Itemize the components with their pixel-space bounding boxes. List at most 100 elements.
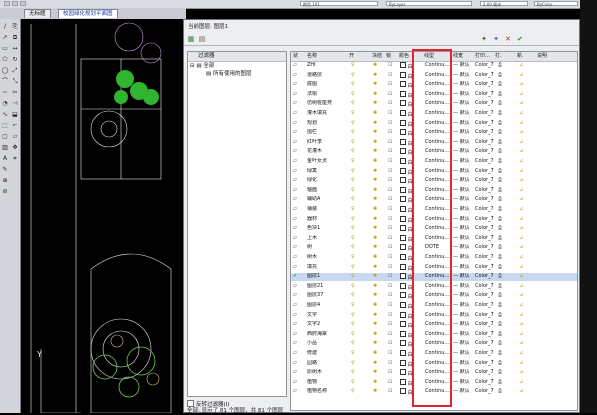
new-vp-freeze-icon[interactable]: ⊿	[519, 283, 523, 291]
plot-style-cell[interactable]: Color_7	[475, 254, 494, 262]
linetype-cell[interactable]: Continu…	[425, 273, 449, 281]
freeze-sun-icon[interactable]: ✺	[373, 292, 377, 300]
freeze-sun-icon[interactable]: ✺	[373, 72, 377, 80]
lineweight-cell[interactable]: — 默认	[453, 196, 470, 204]
lock-icon[interactable]: ⊡	[388, 225, 392, 233]
plot-style-cell[interactable]: Color_7	[475, 129, 494, 137]
tab-untitled[interactable]: 无标题	[24, 9, 51, 18]
layer-name[interactable]: 西府海棠	[307, 331, 327, 339]
color-cell[interactable]: 白	[400, 119, 413, 130]
plot-icon[interactable]: ⎙	[498, 331, 502, 339]
lock-icon[interactable]: ⊡	[388, 72, 392, 80]
layer-name[interactable]: 图层37	[307, 292, 323, 300]
plot-icon[interactable]: ⎙	[498, 350, 502, 358]
linetype-dropdown[interactable]: ByLayer	[386, 1, 472, 7]
layer-row[interactable]: ▱ 树 ♀ ✺ ⊡ 白 DOTE — 默认 Color_7 ⎙ ⊿	[291, 244, 577, 252]
lineweight-cell[interactable]: — 默认	[453, 273, 470, 281]
layer-name[interactable]: 花灌木	[307, 148, 322, 156]
plot-icon[interactable]: ⎙	[498, 139, 502, 147]
freeze-sun-icon[interactable]: ✺	[373, 91, 377, 99]
lineweight-cell[interactable]: — 默认	[453, 177, 470, 185]
freeze-sun-icon[interactable]: ✺	[373, 110, 377, 118]
draw-tool-icon[interactable]: ∿	[1, 111, 9, 118]
layer-name[interactable]: 铺装	[307, 206, 317, 214]
plot-style-cell[interactable]: Color_7	[475, 168, 494, 176]
freeze-sun-icon[interactable]: ✺	[373, 264, 377, 272]
new-vp-freeze-icon[interactable]: ⊿	[519, 81, 523, 89]
plot-icon[interactable]: ⎙	[498, 321, 502, 329]
lock-icon[interactable]: ⊡	[388, 187, 392, 195]
status-icon[interactable]: ▱	[293, 216, 297, 224]
tree-node-all[interactable]: ⊟ ▤ 全部	[190, 63, 214, 70]
layer-name[interactable]: 上木	[307, 235, 317, 243]
status-icon[interactable]: ▱	[293, 379, 297, 387]
lineweight-cell[interactable]: — 默认	[453, 158, 470, 166]
freeze-sun-icon[interactable]: ✺	[373, 379, 377, 387]
status-icon[interactable]: ▱	[293, 139, 297, 147]
on-bulb-icon[interactable]: ♀	[351, 244, 355, 252]
plot-icon[interactable]: ⎙	[498, 158, 502, 166]
freeze-sun-icon[interactable]: ✺	[373, 302, 377, 310]
freeze-sun-icon[interactable]: ✺	[373, 158, 377, 166]
draw-tool-icon[interactable]: ▭	[1, 45, 9, 52]
layer-row[interactable]: ▱ 法桐 ♀ ✺ ⊡ 白 Continu… — 默认 Color_7 ⎙ ⊿	[291, 90, 577, 99]
modify-tool-icon[interactable]: ⧉	[11, 34, 19, 41]
new-vp-freeze-icon[interactable]: ⊿	[519, 139, 523, 147]
plot-style-cell[interactable]: Color_7	[475, 206, 494, 214]
tree-node-used[interactable]: ▤ 所有使用的图层	[206, 71, 251, 78]
color-cell[interactable]: 白	[400, 311, 413, 322]
color-cell[interactable]: 白	[400, 206, 413, 216]
new-layer-icon[interactable]: ✦	[480, 35, 488, 43]
freeze-sun-icon[interactable]: ✺	[373, 216, 377, 224]
status-icon[interactable]: ▱	[293, 62, 297, 70]
status-icon[interactable]: ▱	[293, 168, 297, 176]
new-vp-freeze-icon[interactable]: ⊿	[519, 350, 523, 358]
layer-name[interactable]: 仿树桩座凳	[307, 100, 332, 108]
lock-icon[interactable]: ⊡	[388, 254, 392, 262]
freeze-sun-icon[interactable]: ✺	[373, 177, 377, 185]
lock-icon[interactable]: ⊡	[388, 244, 392, 252]
lineweight-cell[interactable]: — 默认	[453, 264, 470, 272]
linetype-cell[interactable]: Continu…	[425, 168, 449, 176]
linetype-cell[interactable]: Continu…	[425, 331, 449, 339]
draw-tool-icon[interactable]: ↗	[1, 34, 9, 41]
linetype-cell[interactable]: Continu…	[425, 350, 449, 358]
layer-row[interactable]: ▱ 树木 ♀ ✺ ⊡ 白 Continu… — 默认 Color_7 ⎙ ⊿	[291, 254, 577, 262]
column-header[interactable]: 线型	[424, 52, 434, 61]
draw-tool-icon[interactable]: ⬚	[1, 122, 9, 129]
column-header[interactable]: 新.	[517, 52, 524, 61]
new-vp-freeze-icon[interactable]: ⊿	[519, 225, 523, 233]
freeze-sun-icon[interactable]: ✺	[373, 235, 377, 243]
layer-row[interactable]: ▱ 文字 ♀ ✺ ⊡ 白 Continu… — 默认 Color_7 ⎙ ⊿	[291, 311, 577, 322]
new-vp-freeze-icon[interactable]: ⊿	[519, 100, 523, 108]
freeze-sun-icon[interactable]: ✺	[373, 340, 377, 348]
lineweight-cell[interactable]: — 默认	[453, 369, 470, 377]
lock-icon[interactable]: ⊡	[388, 139, 392, 147]
on-bulb-icon[interactable]: ♀	[351, 110, 355, 118]
color-cell[interactable]: 白	[400, 148, 413, 158]
lineweight-cell[interactable]: — 默认	[453, 292, 470, 300]
plot-icon[interactable]: ⎙	[498, 369, 502, 377]
new-vp-freeze-icon[interactable]: ⊿	[519, 72, 523, 80]
color-cell[interactable]: 白	[400, 359, 413, 370]
status-icon[interactable]: ▱	[293, 369, 297, 377]
lock-icon[interactable]: ⊡	[388, 264, 392, 272]
color-cell[interactable]: 白	[400, 234, 413, 245]
layer-name[interactable]: 文字2	[307, 321, 320, 329]
new-vp-freeze-icon[interactable]: ⊿	[519, 331, 523, 339]
linetype-cell[interactable]: Continu…	[425, 340, 449, 348]
plot-icon[interactable]: ⎙	[498, 388, 502, 396]
lineweight-cell[interactable]: — 默认	[453, 81, 470, 89]
freeze-sun-icon[interactable]: ✺	[373, 62, 377, 70]
plot-style-cell[interactable]: Color_7	[475, 273, 494, 281]
status-icon[interactable]: ▱	[293, 225, 297, 233]
new-vp-freeze-icon[interactable]: ⊿	[519, 235, 523, 243]
layer-name[interactable]: 图层1	[307, 273, 320, 281]
plot-icon[interactable]: ⎙	[498, 235, 502, 243]
lineweight-cell[interactable]: — 默认	[453, 388, 470, 396]
modify-tool-icon[interactable]: ⬓	[11, 111, 19, 118]
color-cell[interactable]: 白	[400, 388, 413, 398]
layer-name[interactable]: 红叶李	[307, 139, 322, 147]
on-bulb-icon[interactable]: ♀	[351, 216, 355, 224]
color-cell[interactable]: 白	[400, 215, 413, 226]
